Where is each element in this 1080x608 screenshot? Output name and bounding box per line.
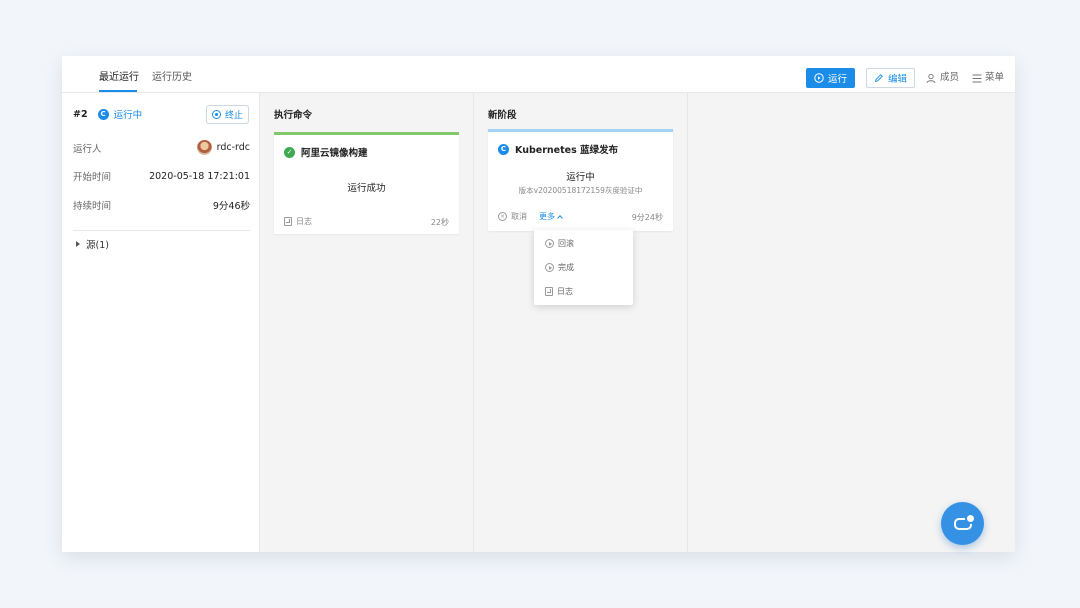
- log-icon: [545, 287, 553, 296]
- job-title-group: ✓ 阿里云镜像构建: [284, 145, 368, 159]
- run-button[interactable]: 运行: [806, 68, 855, 88]
- chat-icon: [953, 512, 976, 530]
- run-header: #2 C 运行中: [73, 107, 142, 121]
- duration-value: 9分46秒: [212, 201, 250, 212]
- source-toggle[interactable]: 源(1): [76, 237, 109, 251]
- avatar: [196, 140, 212, 155]
- stop-button-label: 终止: [224, 111, 243, 121]
- stop-icon: [211, 110, 221, 119]
- job-status: 运行成功: [347, 183, 386, 194]
- menu-icon: [972, 74, 982, 82]
- members-button[interactable]: 成员: [926, 72, 959, 84]
- job-title: 阿里云镜像构建: [301, 148, 368, 159]
- job-duration: 22秒: [430, 218, 449, 227]
- user-icon: [926, 73, 936, 83]
- info-row-runner: 运行人 rdc-rdc: [73, 140, 250, 155]
- stage-title: 执行命令: [274, 110, 313, 121]
- job-title-group: C Kubernetes 蓝绿发布: [498, 142, 618, 156]
- start-time-value: 2020-05-18 17:21:01: [149, 170, 250, 182]
- menu-button[interactable]: 菜单: [972, 72, 1004, 84]
- menu-item-label: 日志: [557, 287, 573, 296]
- tab-run-history[interactable]: 运行历史: [152, 71, 192, 85]
- chat-support-button[interactable]: [941, 502, 984, 545]
- log-icon: [284, 217, 292, 226]
- pencil-icon: [874, 74, 883, 83]
- running-status-icon: C: [498, 143, 509, 155]
- job-card-k8s-deploy[interactable]: C Kubernetes 蓝绿发布 运行中 版本v20200518172159灰…: [488, 129, 673, 231]
- members-label: 成员: [940, 72, 960, 83]
- more-label: 更多: [539, 212, 555, 221]
- job-duration: 9分24秒: [631, 213, 663, 222]
- run-number: #2: [73, 108, 88, 120]
- running-status-icon: C: [97, 108, 109, 120]
- runner-label: 运行人: [73, 143, 102, 155]
- more-dropdown-toggle[interactable]: 更多: [539, 211, 563, 222]
- divider: [73, 230, 250, 231]
- more-dropdown-menu: 回滚 完成 日志: [534, 230, 633, 305]
- run-status: 运行中: [113, 110, 143, 121]
- job-subtitle: 版本v20200518172159灰度验证中: [518, 186, 643, 195]
- caret-right-icon: [76, 241, 80, 247]
- stop-button[interactable]: 终止: [206, 105, 249, 124]
- active-tab-indicator: [99, 90, 137, 92]
- run-info-panel: #2 C 运行中 终止 运行人 rdc-rdc 开始时间 2020-05-18 …: [62, 93, 260, 552]
- stage-column-1: 执行命令 ✓ 阿里云镜像构建 运行成功 日志 22秒: [260, 93, 474, 552]
- stage-title: 新阶段: [488, 110, 517, 121]
- log-label: 日志: [296, 217, 312, 226]
- job-status: 运行中: [566, 172, 595, 183]
- edit-button[interactable]: 编辑: [866, 68, 915, 88]
- edit-button-label: 编辑: [887, 74, 907, 85]
- menu-item-log[interactable]: 日志: [545, 286, 573, 297]
- job-title: Kubernetes 蓝绿发布: [515, 145, 619, 156]
- log-link[interactable]: 日志: [284, 216, 312, 227]
- cancel-link[interactable]: 取消: [511, 211, 527, 222]
- duration-label: 持续时间: [73, 201, 112, 212]
- close-circle-icon: ×: [498, 212, 507, 221]
- source-label: 源(1): [86, 240, 109, 251]
- menu-item-complete[interactable]: 完成: [545, 262, 574, 273]
- play-circle-icon: [814, 73, 824, 83]
- play-circle-icon: [545, 239, 554, 248]
- chevron-up-icon: [557, 214, 563, 221]
- stage-column-2: 新阶段 C Kubernetes 蓝绿发布 运行中 版本v20200518172…: [474, 93, 688, 552]
- check-circle-icon: ✓: [284, 146, 295, 158]
- info-row-duration: 持续时间 9分46秒: [73, 198, 250, 212]
- start-time-label: 开始时间: [73, 172, 112, 183]
- play-circle-icon: [545, 263, 554, 272]
- menu-item-label: 完成: [558, 263, 574, 272]
- top-bar: 最近运行 运行历史 运行 编辑 成员 菜单: [62, 56, 1015, 93]
- empty-stage-area: [688, 93, 1015, 552]
- menu-label: 菜单: [985, 72, 1005, 83]
- runner-value-group: rdc-rdc: [196, 140, 250, 155]
- runner-value: rdc-rdc: [216, 142, 250, 153]
- menu-item-rollback[interactable]: 回滚: [545, 238, 574, 249]
- tab-recent-runs[interactable]: 最近运行: [99, 71, 139, 85]
- job-card-image-build[interactable]: ✓ 阿里云镜像构建 运行成功 日志 22秒: [274, 132, 459, 234]
- job-actions: × 取消 更多: [498, 211, 563, 222]
- run-button-label: 运行: [827, 74, 847, 85]
- info-row-start-time: 开始时间 2020-05-18 17:21:01: [73, 169, 250, 184]
- menu-item-label: 回滚: [558, 239, 574, 248]
